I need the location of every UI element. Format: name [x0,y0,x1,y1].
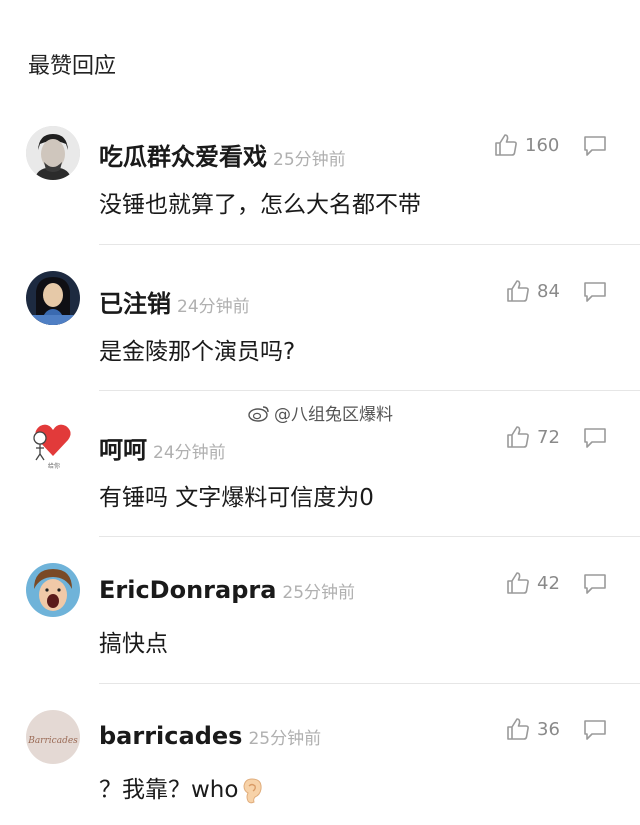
username[interactable]: 已注销 [99,284,171,319]
avatar[interactable]: 给你 [26,416,80,470]
like-count: 84 [537,280,560,302]
weibo-logo-icon [248,405,269,422]
like-button[interactable]: 72 [505,424,560,450]
thumbs-up-icon [507,280,529,302]
divider [99,390,640,391]
comment-bubble-icon[interactable] [582,718,608,742]
timestamp: 24分钟前 [153,443,226,463]
avatar[interactable] [26,271,80,325]
divider [99,244,640,245]
username[interactable]: EricDonrapra [99,576,276,604]
comment-bubble-icon[interactable] [582,426,608,450]
timestamp: 24分钟前 [177,297,250,317]
page-header: 最赞回应 [28,54,117,79]
like-button[interactable]: 84 [505,278,560,304]
like-count: 160 [525,134,560,156]
comment-text: ？我靠？who [99,770,264,805]
comment-bubble-icon[interactable] [582,572,608,596]
like-button[interactable]: 42 [505,570,560,596]
like-count: 36 [537,718,560,740]
avatar-logo-text: Barricades [27,736,78,746]
comment-text: 没锤也就算了，怎么大名都不带 [99,192,421,218]
watermark: @八组兔区爆料 [248,400,393,425]
like-count: 42 [537,572,560,594]
timestamp: 25分钟前 [273,150,346,170]
thumbs-up-icon [507,718,529,740]
comment-text: 有锤吗 文字爆料可信度为0 [99,485,374,511]
comment-text-content: ？我靠？who [99,777,239,803]
comment-bubble-icon[interactable] [582,134,608,158]
avatar[interactable] [26,126,80,180]
like-button[interactable]: 36 [505,716,560,742]
divider [99,536,640,537]
avatar[interactable]: Barricades [26,710,80,764]
comment-text: 是金陵那个演员吗? [99,339,296,365]
like-button[interactable]: 160 [493,132,559,158]
like-count: 72 [537,426,560,448]
avatar-caption: 给你 [48,462,60,470]
comment-bubble-icon[interactable] [582,280,608,304]
watermark-text: @八组兔区爆料 [274,405,393,425]
thumbs-up-icon [507,426,529,448]
username[interactable]: 呵呵 [99,430,147,465]
timestamp: 25分钟前 [248,729,322,749]
thumbs-up-icon [507,572,529,594]
comment-text: 搞快点 [99,631,168,657]
thumbs-up-icon [495,134,517,156]
username[interactable]: barricades [99,722,242,750]
username[interactable]: 吃瓜群众爱看戏 [99,137,267,172]
timestamp: 25分钟前 [282,583,356,603]
ear-emoji-icon [243,777,263,803]
avatar[interactable] [26,563,80,617]
divider [99,683,640,684]
